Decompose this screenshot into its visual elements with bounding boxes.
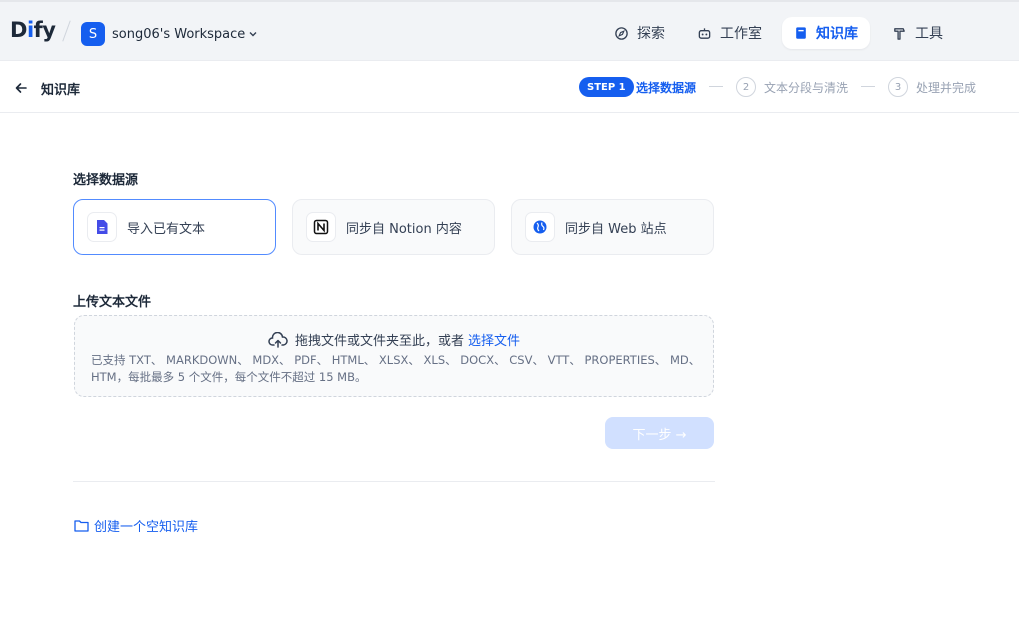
- create-empty-label: 创建一个空知识库: [94, 520, 199, 535]
- source-web-label: 同步自 Web 站点: [565, 221, 667, 237]
- step-connector: [709, 86, 723, 87]
- nav-explore-label: 探索: [637, 26, 665, 42]
- step-3-label: 处理并完成: [916, 81, 977, 95]
- notion-icon: [306, 212, 336, 242]
- dropzone-prompt: 拖拽文件或文件夹至此，或者 选择文件: [75, 330, 713, 349]
- next-button[interactable]: 下一步 →: [605, 417, 714, 449]
- nav-knowledge-label: 知识库: [816, 26, 858, 42]
- step-2-label: 文本分段与清洗: [764, 81, 849, 95]
- cloud-upload-icon: [268, 331, 288, 348]
- arrow-left-icon[interactable]: [13, 80, 29, 96]
- step-2-badge: 2: [736, 77, 756, 97]
- workspace-name: song06's Workspace: [112, 26, 246, 42]
- source-notion[interactable]: 同步自 Notion 内容: [292, 199, 495, 255]
- workspace-switcher[interactable]: S song06's Workspace: [81, 22, 258, 46]
- nav-studio-label: 工作室: [720, 26, 762, 42]
- folder-icon: [74, 520, 89, 532]
- nav-explore[interactable]: 探索: [602, 17, 677, 49]
- create-empty-knowledge-link[interactable]: 创建一个空知识库: [74, 516, 198, 535]
- compass-icon: [615, 26, 628, 40]
- globe-icon: [525, 212, 555, 242]
- source-web[interactable]: 同步自 Web 站点: [511, 199, 714, 255]
- step-1-label: 选择数据源: [636, 81, 697, 95]
- select-file-link[interactable]: 选择文件: [468, 330, 520, 349]
- hammer-icon: [894, 27, 905, 40]
- source-notion-label: 同步自 Notion 内容: [346, 221, 462, 237]
- dropzone-text: 拖拽文件或文件夹至此，或者: [294, 334, 464, 349]
- step-3-badge: 3: [888, 77, 908, 97]
- data-source-title: 选择数据源: [73, 173, 139, 188]
- book-icon: [796, 27, 806, 39]
- file-icon: [87, 212, 117, 242]
- nav-tools[interactable]: 工具: [880, 17, 955, 49]
- chevron-down-icon: [249, 32, 257, 37]
- source-import-text[interactable]: 导入已有文本: [73, 199, 276, 255]
- back-title[interactable]: 知识库: [41, 79, 80, 98]
- upload-title: 上传文本文件: [73, 295, 152, 310]
- nav-studio[interactable]: 工作室: [685, 17, 774, 49]
- dify-logo[interactable]: Dify: [10, 18, 56, 42]
- logo-divider: [62, 20, 71, 42]
- file-dropzone[interactable]: 拖拽文件或文件夹至此，或者 选择文件 已支持 TXT、 MARKDOWN、 MD…: [74, 315, 714, 397]
- robot-icon: [698, 27, 711, 39]
- step-1-badge: STEP 1: [579, 77, 634, 97]
- nav-knowledge[interactable]: 知识库: [782, 17, 870, 49]
- divider: [73, 481, 715, 482]
- source-import-text-label: 导入已有文本: [127, 221, 206, 237]
- step-connector: [861, 86, 875, 87]
- page-header: 知识库 STEP 1 选择数据源 2 文本分段与清洗 3 处理并完成: [0, 61, 1019, 113]
- workspace-avatar: S: [81, 22, 105, 46]
- top-bar: Dify S song06's Workspace 探索 工作室 知识库 工具: [0, 0, 1019, 61]
- dropzone-tip: 已支持 TXT、 MARKDOWN、 MDX、 PDF、 HTML、 XLSX、…: [91, 353, 701, 384]
- nav-tools-label: 工具: [915, 26, 943, 42]
